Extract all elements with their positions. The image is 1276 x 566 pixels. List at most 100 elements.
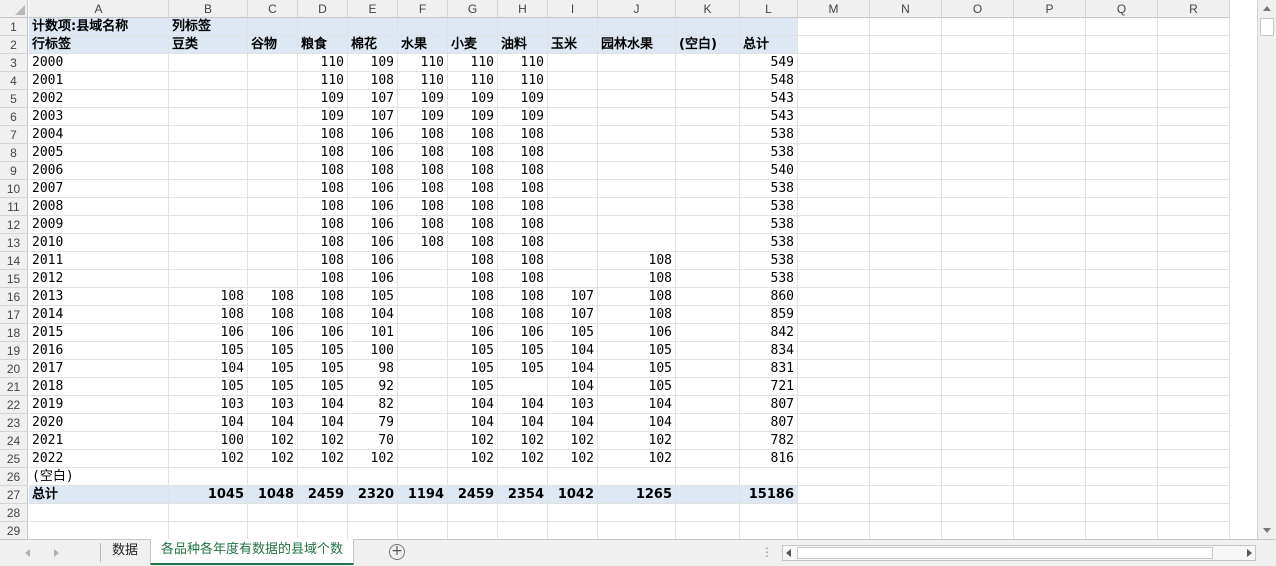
pivot-value-cell[interactable]: 110 <box>298 72 348 90</box>
empty-cell[interactable] <box>870 216 942 234</box>
empty-cell[interactable] <box>1086 288 1158 306</box>
pivot-value-cell[interactable] <box>169 126 248 144</box>
empty-cell[interactable] <box>870 378 942 396</box>
row-header-19[interactable]: 19 <box>0 342 28 360</box>
empty-cell[interactable] <box>798 468 870 486</box>
pivot-value-cell[interactable] <box>398 324 448 342</box>
empty-cell[interactable] <box>1158 216 1230 234</box>
empty-cell[interactable] <box>798 486 870 504</box>
pivot-value-cell[interactable]: 108 <box>598 288 676 306</box>
pivot-value-cell[interactable] <box>248 90 298 108</box>
empty-cell[interactable] <box>1158 54 1230 72</box>
next-sheet-icon[interactable] <box>50 547 62 559</box>
pivot-grand-total-cell[interactable]: 1045 <box>169 486 248 504</box>
pivot-value-cell[interactable]: 106 <box>498 324 548 342</box>
pivot-category-header[interactable]: 油料 <box>498 36 548 54</box>
pivot-value-cell[interactable] <box>169 144 248 162</box>
pivot-value-cell[interactable]: 108 <box>498 306 548 324</box>
column-header-q[interactable]: Q <box>1086 0 1158 18</box>
pivot-value-cell[interactable]: 110 <box>448 72 498 90</box>
pivot-value-cell[interactable]: 108 <box>398 126 448 144</box>
empty-cell[interactable] <box>870 180 942 198</box>
pivot-value-cell[interactable]: 549 <box>740 54 798 72</box>
empty-cell[interactable] <box>1014 126 1086 144</box>
empty-cell[interactable] <box>798 144 870 162</box>
pivot-grand-total-cell[interactable]: 1265 <box>598 486 676 504</box>
pivot-value-cell[interactable] <box>498 378 548 396</box>
pivot-header-cell[interactable] <box>548 18 598 36</box>
pivot-row-label[interactable]: 2007 <box>29 180 169 198</box>
pivot-value-cell[interactable] <box>598 198 676 216</box>
pivot-value-cell[interactable] <box>676 432 740 450</box>
pivot-value-cell[interactable]: 106 <box>348 180 398 198</box>
empty-cell[interactable] <box>1086 126 1158 144</box>
empty-cell[interactable] <box>498 522 548 539</box>
empty-cell[interactable] <box>1158 378 1230 396</box>
pivot-value-cell[interactable]: 105 <box>248 360 298 378</box>
pivot-value-cell[interactable]: 108 <box>248 288 298 306</box>
empty-cell[interactable] <box>870 36 942 54</box>
pivot-value-cell[interactable] <box>169 198 248 216</box>
column-header-l[interactable]: L <box>740 0 798 18</box>
empty-cell[interactable] <box>942 288 1014 306</box>
empty-cell[interactable] <box>798 72 870 90</box>
empty-cell[interactable] <box>248 522 298 539</box>
pivot-value-cell[interactable]: 106 <box>348 144 398 162</box>
empty-cell[interactable] <box>598 522 676 539</box>
pivot-value-cell[interactable]: 106 <box>598 324 676 342</box>
empty-cell[interactable] <box>798 504 870 522</box>
pivot-value-cell[interactable]: 108 <box>298 288 348 306</box>
pivot-value-cell[interactable]: 109 <box>448 108 498 126</box>
pivot-value-cell[interactable]: 831 <box>740 360 798 378</box>
scroll-left-icon[interactable] <box>783 546 795 560</box>
row-header-20[interactable]: 20 <box>0 360 28 378</box>
empty-cell[interactable] <box>740 522 798 539</box>
pivot-value-cell[interactable]: 105 <box>598 378 676 396</box>
pivot-value-cell[interactable]: 108 <box>498 288 548 306</box>
empty-cell[interactable] <box>942 378 1014 396</box>
pivot-value-cell[interactable]: 108 <box>448 306 498 324</box>
pivot-value-cell[interactable]: 807 <box>740 396 798 414</box>
pivot-value-cell[interactable]: 82 <box>348 396 398 414</box>
empty-cell[interactable] <box>870 162 942 180</box>
empty-cell[interactable] <box>798 450 870 468</box>
pivot-value-cell[interactable]: 538 <box>740 126 798 144</box>
pivot-value-cell[interactable]: 104 <box>298 414 348 432</box>
pivot-row-label[interactable]: 2000 <box>29 54 169 72</box>
pivot-value-cell[interactable]: 108 <box>598 252 676 270</box>
pivot-row-label[interactable]: 2003 <box>29 108 169 126</box>
pivot-value-cell[interactable] <box>248 126 298 144</box>
pivot-value-cell[interactable]: 102 <box>448 450 498 468</box>
pivot-value-cell[interactable] <box>676 216 740 234</box>
empty-cell[interactable] <box>1158 522 1230 539</box>
empty-cell[interactable] <box>942 108 1014 126</box>
pivot-value-cell[interactable]: 106 <box>298 324 348 342</box>
empty-cell[interactable] <box>1086 360 1158 378</box>
column-header-f[interactable]: F <box>398 0 448 18</box>
pivot-row-label[interactable]: 2014 <box>29 306 169 324</box>
pivot-value-cell[interactable] <box>548 162 598 180</box>
empty-cell[interactable] <box>1086 450 1158 468</box>
pivot-value-cell[interactable] <box>548 72 598 90</box>
pivot-value-cell[interactable]: 110 <box>298 54 348 72</box>
row-header-16[interactable]: 16 <box>0 288 28 306</box>
tab-sheet-data[interactable]: 数据 <box>102 540 148 564</box>
empty-cell[interactable] <box>1014 306 1086 324</box>
pivot-value-cell[interactable]: 104 <box>598 414 676 432</box>
pivot-value-cell[interactable] <box>676 342 740 360</box>
pivot-value-cell[interactable]: 108 <box>498 180 548 198</box>
empty-cell[interactable] <box>29 504 169 522</box>
pivot-value-cell[interactable]: 816 <box>740 450 798 468</box>
scroll-right-icon[interactable] <box>1243 546 1255 560</box>
pivot-value-cell[interactable]: 110 <box>498 54 548 72</box>
pivot-value-cell[interactable]: 102 <box>448 432 498 450</box>
horizontal-scroll-thumb[interactable] <box>797 547 1213 559</box>
pivot-value-cell[interactable]: 108 <box>598 306 676 324</box>
pivot-value-cell[interactable]: 108 <box>498 270 548 288</box>
pivot-value-cell[interactable] <box>548 234 598 252</box>
empty-cell[interactable] <box>942 450 1014 468</box>
empty-cell[interactable] <box>740 504 798 522</box>
pivot-value-cell[interactable]: 107 <box>548 288 598 306</box>
empty-cell[interactable] <box>1014 54 1086 72</box>
pivot-value-cell[interactable] <box>248 198 298 216</box>
